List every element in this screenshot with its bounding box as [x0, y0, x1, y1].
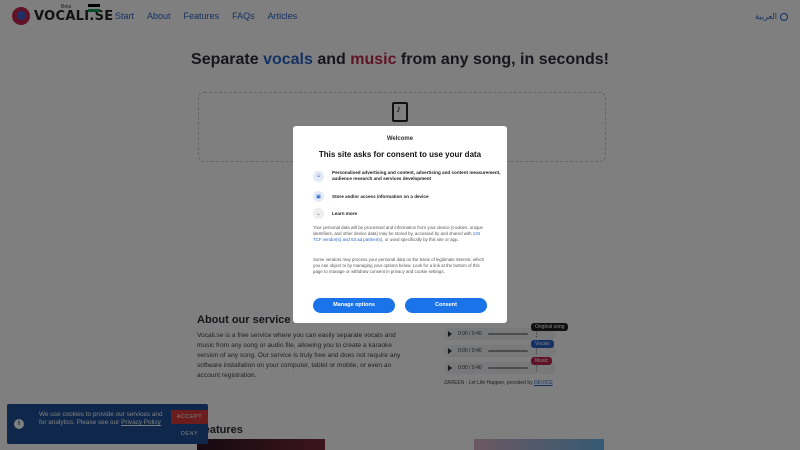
consent-para-text: Your personal data will be processed and… — [313, 225, 483, 236]
device-icon: ▣ — [313, 191, 324, 202]
consent-purpose-text: Store and/or access information on a dev… — [332, 193, 429, 199]
consent-paragraph-1: Your personal data will be processed and… — [313, 225, 487, 243]
learn-more-toggle[interactable]: ⌄ Learn more — [313, 208, 502, 219]
consent-purpose-advertising: ☺ Personalised advertising and content, … — [313, 170, 502, 182]
consent-welcome: Welcome — [386, 136, 414, 142]
consent-purpose-text: Personalised advertising and content, ad… — [332, 170, 501, 181]
person-icon: ☺ — [313, 170, 324, 182]
consent-title: This site asks for consent to use your d… — [318, 150, 482, 159]
learn-more-label: Learn more — [332, 210, 358, 216]
consent-para-text: , or used specifically by this site or a… — [382, 237, 459, 242]
chevron-down-icon: ⌄ — [313, 208, 324, 219]
consent-purpose-storage: ▣ Store and/or access information on a d… — [313, 191, 502, 202]
manage-options-button[interactable]: Manage options — [313, 298, 395, 313]
consent-dialog: Welcome This site asks for consent to us… — [293, 126, 507, 323]
consent-paragraph-2: Some vendors may process your personal d… — [313, 257, 485, 274]
consent-button[interactable]: Consent — [405, 298, 487, 313]
